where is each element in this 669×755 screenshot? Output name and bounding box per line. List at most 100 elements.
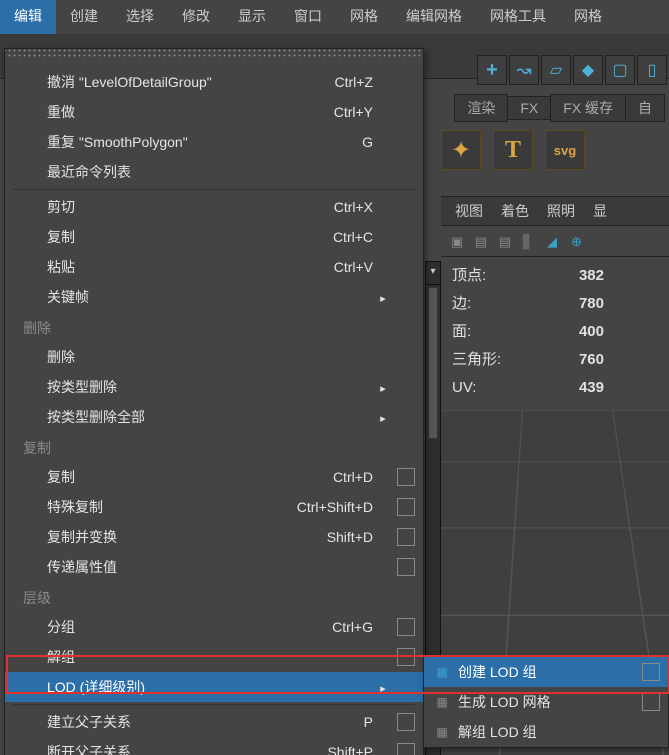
menu-item-label: 复制并变换 xyxy=(47,527,263,547)
submenu-item-2[interactable]: 解组 LOD 组 xyxy=(424,717,668,747)
menu-item-label: 复制 xyxy=(47,467,263,487)
stat-value: 400 xyxy=(544,318,604,346)
viewport-panel-tabs: 视图着色照明显 xyxy=(441,196,669,226)
option-box-icon[interactable] xyxy=(397,648,415,666)
menu-item-15[interactable]: 特殊复制Ctrl+Shift+D xyxy=(5,492,423,522)
viewport-tab-2[interactable]: 照明 xyxy=(547,201,575,221)
menubar-item-5[interactable]: 窗口 xyxy=(280,0,336,34)
menu-shortcut: Ctrl+D xyxy=(263,469,373,485)
submenu-arrow-icon xyxy=(373,289,393,305)
snap-poly-icon[interactable] xyxy=(541,55,571,85)
tab-1[interactable]: FX xyxy=(507,96,551,120)
menu-item-7[interactable]: 粘贴Ctrl+V xyxy=(5,252,423,282)
option-box-icon[interactable] xyxy=(397,743,415,755)
camera3-icon[interactable] xyxy=(499,234,517,250)
camera2-icon[interactable] xyxy=(475,234,493,250)
tab-2[interactable]: FX 缓存 xyxy=(550,94,626,122)
submenu-item-1[interactable]: 生成 LOD 网格 xyxy=(424,687,668,717)
menubar-item-3[interactable]: 修改 xyxy=(168,0,224,34)
menu-item-24[interactable]: 断开父子关系Shift+P xyxy=(5,737,423,755)
snap-rect2-icon[interactable] xyxy=(637,55,667,85)
stat-value: 780 xyxy=(544,290,604,318)
svg-tool-icon[interactable]: svg xyxy=(545,130,585,170)
menu-item-11[interactable]: 按类型删除 xyxy=(5,372,423,402)
camera-icon[interactable] xyxy=(451,234,469,250)
scrollbar-thumb[interactable] xyxy=(428,287,438,439)
menu-shortcut: G xyxy=(263,134,373,150)
menubar-item-0[interactable]: 编辑 xyxy=(0,0,56,34)
stat-value: 382 xyxy=(544,262,604,290)
svg-label: svg xyxy=(554,143,576,158)
menu-item-0[interactable]: 撤消 "LevelOfDetailGroup"Ctrl+Z xyxy=(5,67,423,97)
option-box-icon[interactable] xyxy=(397,558,415,576)
poly-stats: 顶点:382边:780面:400三角形:760UV:439 xyxy=(452,262,604,402)
menu-shortcut: Ctrl+X xyxy=(263,199,373,215)
menu-item-8[interactable]: 关键帧 xyxy=(5,282,423,312)
snap-diamond-icon[interactable] xyxy=(573,55,603,85)
stat-label: 边: xyxy=(452,290,544,318)
menubar-item-1[interactable]: 创建 xyxy=(56,0,112,34)
menubar-item-2[interactable]: 选择 xyxy=(112,0,168,34)
menu-separator xyxy=(13,189,415,190)
stat-label: 三角形: xyxy=(452,346,544,374)
menu-item-1[interactable]: 重做Ctrl+Y xyxy=(5,97,423,127)
menu-item-label: 重做 xyxy=(47,102,263,122)
workspace-tabs: 渲染FXFX 缓存自 xyxy=(455,94,669,122)
tool-gold-row: svg xyxy=(441,130,585,170)
text-tool-icon[interactable] xyxy=(493,130,533,170)
menu-section-header: 层级 xyxy=(5,582,423,612)
menu-item-label: 按类型删除 xyxy=(47,377,263,397)
menu-item-2[interactable]: 重复 "SmoothPolygon"G xyxy=(5,127,423,157)
menu-item-label: 传递属性值 xyxy=(47,557,263,577)
shade-icon[interactable] xyxy=(547,234,565,250)
menu-item-14[interactable]: 复制Ctrl+D xyxy=(5,462,423,492)
menu-item-17[interactable]: 传递属性值 xyxy=(5,552,423,582)
option-box-icon[interactable] xyxy=(397,498,415,516)
menu-item-16[interactable]: 复制并变换Shift+D xyxy=(5,522,423,552)
menu-item-10[interactable]: 删除 xyxy=(5,342,423,372)
edit-menu: 撤消 "LevelOfDetailGroup"Ctrl+Z重做Ctrl+Y重复 … xyxy=(4,48,424,755)
snap-curve-icon[interactable] xyxy=(509,55,539,85)
snap-rect-icon[interactable] xyxy=(605,55,635,85)
option-box-icon[interactable] xyxy=(642,663,660,681)
menubar-item-4[interactable]: 显示 xyxy=(224,0,280,34)
viewport-panel-icons xyxy=(441,228,669,257)
menu-item-19[interactable]: 分组Ctrl+G xyxy=(5,612,423,642)
menu-item-5[interactable]: 剪切Ctrl+X xyxy=(5,192,423,222)
menu-section-header: 复制 xyxy=(5,432,423,462)
submenu-item-0[interactable]: 创建 LOD 组 xyxy=(424,657,668,687)
option-box-icon[interactable] xyxy=(397,618,415,636)
target-icon[interactable] xyxy=(571,234,589,250)
menubar-item-7[interactable]: 编辑网格 xyxy=(392,0,476,34)
menu-item-12[interactable]: 按类型删除全部 xyxy=(5,402,423,432)
menu-item-21[interactable]: LOD (详细级别) xyxy=(5,672,423,702)
bookmark-icon[interactable] xyxy=(523,234,541,250)
tab-0[interactable]: 渲染 xyxy=(454,94,508,122)
viewport-tab-3[interactable]: 显 xyxy=(593,201,607,221)
menu-item-23[interactable]: 建立父子关系P xyxy=(5,707,423,737)
menu-item-label: 复制 xyxy=(47,227,263,247)
option-box-icon[interactable] xyxy=(642,693,660,711)
tab-3[interactable]: 自 xyxy=(625,94,665,122)
sparkle-icon[interactable] xyxy=(441,130,481,170)
grid-icon xyxy=(432,724,452,740)
menubar-item-9[interactable]: 网格 xyxy=(560,0,616,34)
stat-label: UV: xyxy=(452,374,544,402)
viewport-tab-0[interactable]: 视图 xyxy=(455,201,483,221)
panel-dropdown-icon[interactable] xyxy=(425,261,441,285)
menubar-item-8[interactable]: 网格工具 xyxy=(476,0,560,34)
viewport-tab-1[interactable]: 着色 xyxy=(501,201,529,221)
snap-plus-icon[interactable] xyxy=(477,55,507,85)
menu-item-6[interactable]: 复制Ctrl+C xyxy=(5,222,423,252)
snap-tool-icons xyxy=(477,55,669,85)
option-box-icon[interactable] xyxy=(397,713,415,731)
option-box-icon[interactable] xyxy=(397,528,415,546)
menu-section-header: 删除 xyxy=(5,312,423,342)
stat-row-1: 边:780 xyxy=(452,290,604,318)
menu-item-3[interactable]: 最近命令列表 xyxy=(5,157,423,187)
option-box-icon[interactable] xyxy=(397,468,415,486)
menu-shortcut: Ctrl+G xyxy=(263,619,373,635)
menu-item-20[interactable]: 解组 xyxy=(5,642,423,672)
menubar-item-6[interactable]: 网格 xyxy=(336,0,392,34)
menu-shortcut: Shift+P xyxy=(263,744,373,755)
